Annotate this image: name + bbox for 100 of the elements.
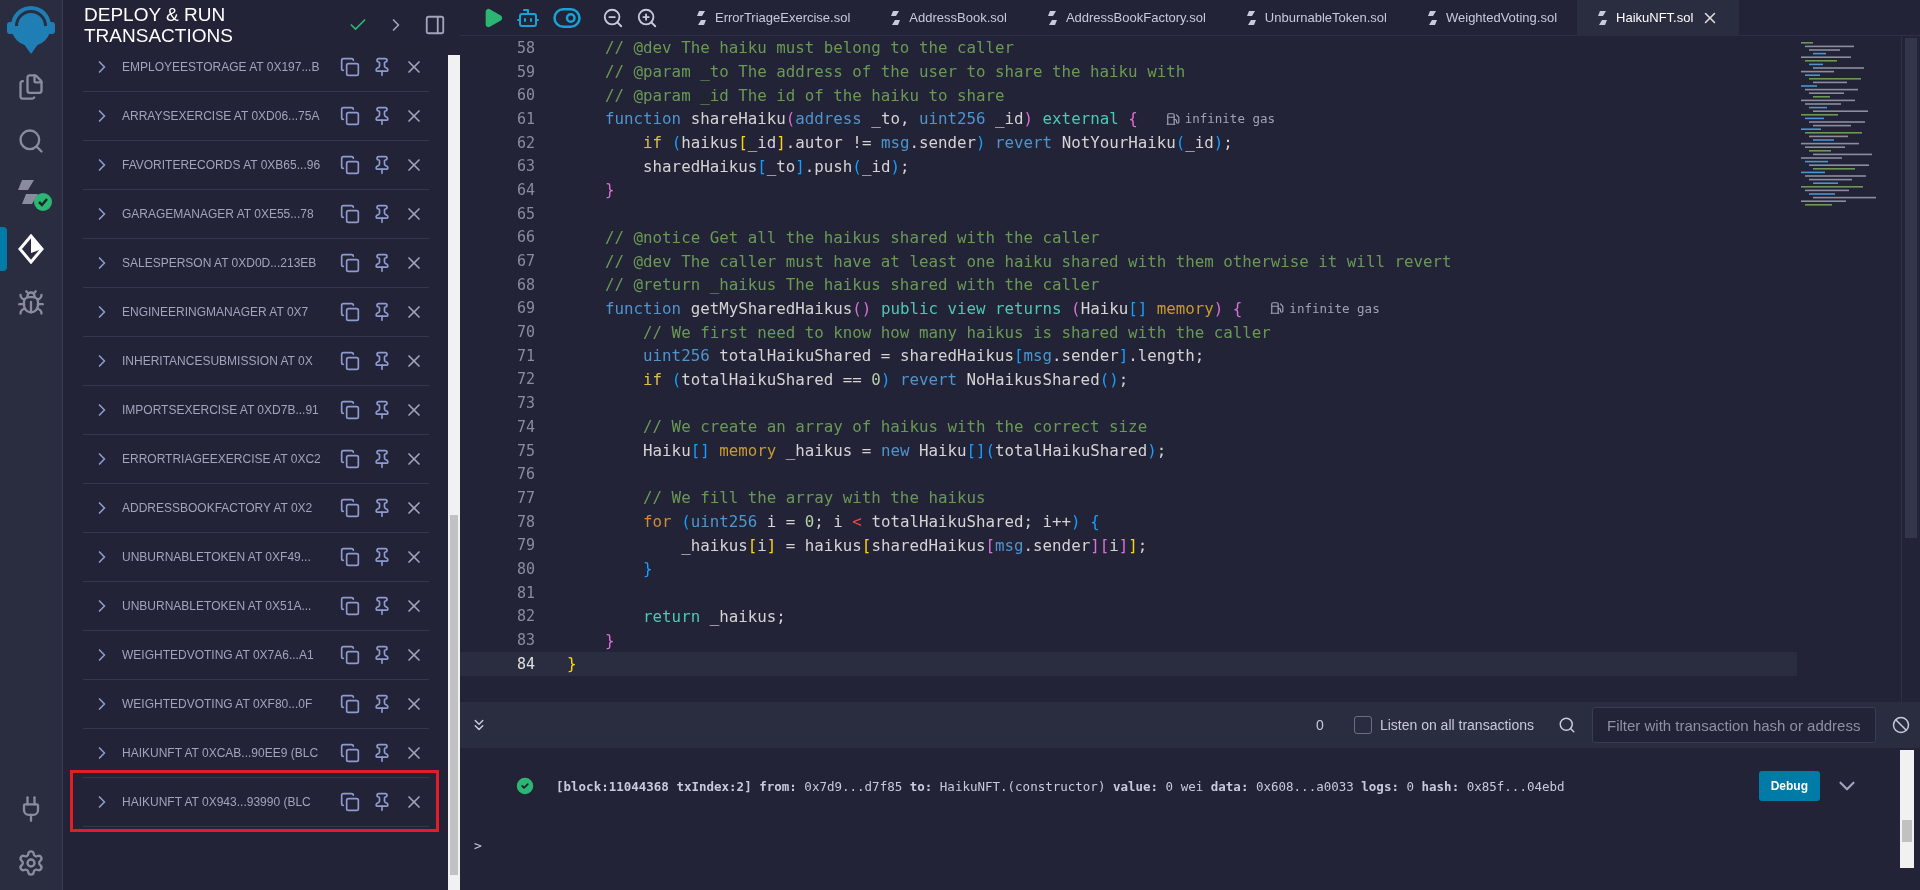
zoom-out-icon[interactable]	[602, 6, 624, 29]
copy-button[interactable]	[340, 449, 360, 469]
clear-icon[interactable]	[1892, 716, 1910, 734]
pin-button[interactable]	[372, 449, 392, 469]
copy-button[interactable]	[340, 204, 360, 224]
contract-item[interactable]: ENGINEERINGMANAGER AT 0X7	[83, 288, 429, 337]
code-line: _haikus[i] = haikus[sharedHaikus[msg.sender][i]];	[680, 535, 1148, 555]
line-number: 77	[515, 488, 536, 507]
copy-button[interactable]	[340, 645, 360, 665]
pin-button[interactable]	[372, 253, 392, 273]
copy-button[interactable]	[340, 547, 360, 567]
console-prompt: >	[474, 838, 483, 853]
line-number: 63	[515, 157, 536, 176]
panel-icon[interactable]	[424, 14, 446, 36]
contract-item[interactable]: UNBURNABLETOKEN AT 0XF49...	[83, 533, 429, 582]
contract-label: SALESPERSON AT 0XD0D...213EB	[122, 256, 318, 270]
copy-button[interactable]	[340, 596, 360, 616]
contract-item[interactable]: WEIGHTEDVOTING AT 0X7A6...A1	[83, 631, 429, 680]
gas-estimate: infinite gas	[1289, 300, 1380, 316]
contract-item[interactable]: SALESPERSON AT 0XD0D...213EB	[83, 239, 429, 288]
code-line: Haiku[] memory _haikus = new Haiku[](totalHaikuShared);	[642, 441, 1167, 461]
file-tab[interactable]: WeightedVoting.sol	[1407, 0, 1578, 36]
debug-button[interactable]: Debug	[1758, 771, 1820, 801]
contract-label: GARAGEMANAGER AT 0XE55...78	[122, 207, 315, 221]
pin-button[interactable]	[372, 351, 392, 371]
contract-label: INHERITANCESUBMISSION AT 0X	[122, 354, 314, 368]
copy-button[interactable]	[340, 351, 360, 371]
file-icon	[1427, 9, 1438, 26]
pin-button[interactable]	[372, 498, 392, 518]
file-tab[interactable]: HaikuNFT.sol	[1577, 0, 1740, 36]
pin-button[interactable]	[372, 792, 392, 812]
pin-button[interactable]	[372, 204, 392, 224]
copy-button[interactable]	[340, 400, 360, 420]
code-line: // We create an array of haikus with the correct size	[642, 417, 1148, 437]
contract-item[interactable]: ADDRESSBOOKFACTORY AT 0X2	[83, 484, 429, 533]
tab-label: AddressBookFactory.sol	[1065, 10, 1206, 25]
logo-icon[interactable]	[4, 4, 58, 56]
contract-item[interactable]: ERRORTRIAGEEXERCISE AT 0XC2	[83, 435, 429, 484]
file-icon	[890, 9, 902, 26]
contract-item[interactable]: UNBURNABLETOKEN AT 0X51A...	[83, 582, 429, 631]
contract-label: IMPORTSEXERCISE AT 0XD7B...91	[122, 403, 320, 417]
files-icon[interactable]	[17, 73, 45, 101]
contract-label: EMPLOYEESTORAGE AT 0X197...B	[122, 60, 321, 74]
pin-button[interactable]	[372, 645, 392, 665]
filter-field[interactable]: Filter with transaction hash or address	[1592, 707, 1876, 743]
copy-button[interactable]	[340, 302, 360, 322]
scrollbar-track[interactable]	[1900, 750, 1914, 868]
settings-icon[interactable]	[17, 849, 45, 877]
line-number: 69	[515, 299, 536, 318]
checkbox-label: Listen on all transactions	[1379, 717, 1534, 733]
contract-item[interactable]: ARRAYSEXERCISE AT 0XD06...75A	[83, 92, 429, 141]
zoom-in-icon[interactable]	[636, 6, 658, 29]
code-line: if (totalHaikuShared == 0) revert NoHaikusShared();	[642, 369, 1129, 389]
copy-button[interactable]	[340, 792, 360, 812]
file-tab[interactable]: AddressBookFactory.sol	[1026, 0, 1226, 36]
copy-button[interactable]	[340, 694, 360, 714]
copy-button[interactable]	[340, 57, 360, 77]
panel-title: DEPLOY & RUN TRANSACTIONS	[84, 4, 234, 46]
contract-item[interactable]: EMPLOYEESTORAGE AT 0X197...B	[83, 43, 429, 92]
pin-button[interactable]	[372, 743, 392, 763]
copy-button[interactable]	[340, 743, 360, 763]
gas-pump-icon	[1270, 301, 1285, 316]
copy-button[interactable]	[340, 253, 360, 273]
copy-button[interactable]	[340, 498, 360, 518]
pin-button[interactable]	[372, 547, 392, 567]
search-icon[interactable]	[17, 127, 45, 155]
file-tab[interactable]: UnburnableToken.sol	[1225, 0, 1407, 36]
pin-button[interactable]	[372, 155, 392, 175]
log-entry: [block:11044368 txIndex:2] from: 0x7d9...d7f85 to: HaikuNFT.(constructor) value: 0 wei data: 0x608...a0033 logs: 0 hash: 0x85f...04ebd	[556, 778, 1565, 794]
bug-icon[interactable]	[17, 289, 45, 317]
search-icon[interactable]	[1558, 716, 1576, 734]
contract-item[interactable]: FAVORITERECORDS AT 0XB65...96	[83, 141, 429, 190]
contract-item[interactable]: HAIKUNFT AT 0XCAB...90EE9 (BLC	[83, 729, 429, 778]
contract-item[interactable]: WEIGHTEDVOTING AT 0XF80...0F	[83, 680, 429, 729]
pin-button[interactable]	[372, 302, 392, 322]
pin-button[interactable]	[372, 596, 392, 616]
contract-item[interactable]: INHERITANCESUBMISSION AT 0X	[83, 337, 429, 386]
scrollbar-thumb[interactable]	[1902, 820, 1912, 842]
file-tab[interactable]: AddressBook.sol	[870, 0, 1027, 36]
pin-button[interactable]	[372, 57, 392, 77]
copy-button[interactable]	[340, 106, 360, 126]
pin-button[interactable]	[372, 400, 392, 420]
copy-button[interactable]	[340, 155, 360, 175]
file-tab[interactable]: ErrorTriageExercise.sol	[676, 0, 871, 36]
pin-button[interactable]	[372, 106, 392, 126]
scrollbar-track[interactable]	[448, 55, 460, 890]
diamond-icon[interactable]	[16, 234, 46, 264]
code-line: sharedHaikus[_to].push(_id);	[642, 156, 910, 176]
contract-label: UNBURNABLETOKEN AT 0XF49...	[122, 550, 312, 564]
pin-button[interactable]	[372, 694, 392, 714]
listen-checkbox[interactable]	[1353, 716, 1372, 734]
success-icon	[514, 775, 536, 797]
line-number: 81	[515, 583, 536, 602]
compiler-icon[interactable]	[16, 178, 54, 212]
scrollbar-thumb[interactable]	[450, 515, 458, 875]
contract-item[interactable]: IMPORTSEXERCISE AT 0XD7B...91	[83, 386, 429, 435]
contract-item[interactable]: HAIKUNFT AT 0X943...93990 (BLC	[83, 778, 429, 827]
code-line: // @param _id The id of the haiku to share	[604, 85, 1005, 105]
contract-item[interactable]: GARAGEMANAGER AT 0XE55...78	[83, 190, 429, 239]
contract-label: WEIGHTEDVOTING AT 0XF80...0F	[122, 697, 314, 711]
